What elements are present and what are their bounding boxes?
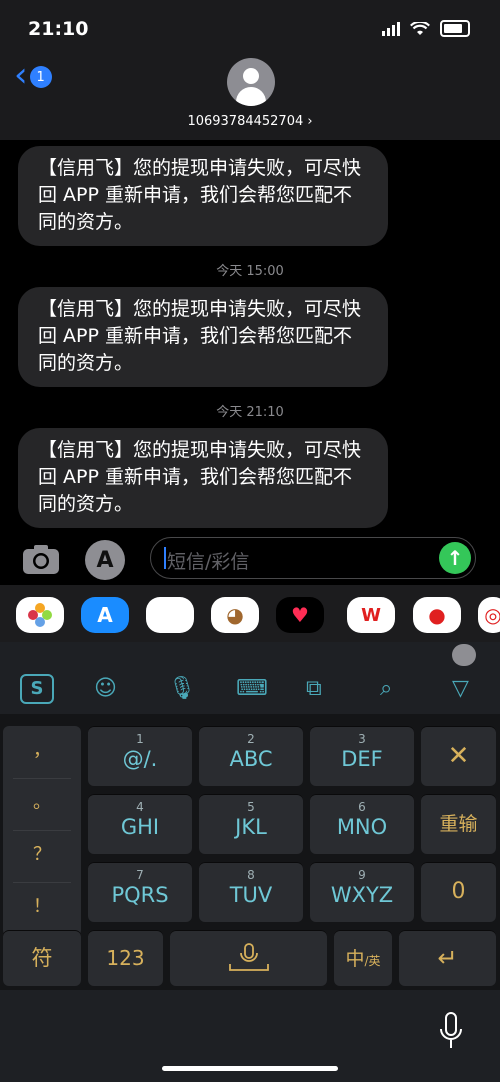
microphone-icon <box>440 1012 462 1048</box>
partial-app-icon: ◎ <box>484 603 500 627</box>
collapse-keyboard-icon[interactable]: ▽ <box>452 676 469 701</box>
punct-key-question[interactable]: ？ <box>3 840 81 866</box>
message-bubble[interactable]: 【信用飞】您的提现申请失败，可尽快回 APP 重新申请，我们会帮您匹配不同的资方… <box>18 287 388 387</box>
message-input-placeholder: 短信/彩信 <box>167 551 250 573</box>
punct-key-period[interactable]: 。 <box>3 788 81 814</box>
key-number: 3 <box>358 732 366 746</box>
app-store-app-icon[interactable]: A <box>81 597 129 633</box>
message-timestamp: 今天 21:10 <box>216 405 284 420</box>
back-button[interactable]: ‹ 1 <box>14 58 52 92</box>
app-drawer: A ☺ ◕ ♥ W ● ◎ <box>0 585 500 643</box>
key-label: TUV <box>229 883 273 907</box>
key-number: 2 <box>247 732 255 746</box>
status-time: 21:10 <box>28 18 89 40</box>
keyboard-icon[interactable]: ⌨ <box>236 676 268 701</box>
key-label: @/. <box>122 747 158 771</box>
return-icon: ↵ <box>437 944 458 972</box>
animoji-app-icon[interactable]: ◕ <box>211 597 259 633</box>
key-6[interactable]: 6 MNO <box>310 794 414 854</box>
key-label: PQRS <box>111 883 169 907</box>
digital-touch-app-icon[interactable]: ♥ <box>276 597 324 633</box>
number-key[interactable]: 123 <box>88 930 163 986</box>
photos-icon <box>28 603 52 627</box>
key-5[interactable]: 5 JKL <box>199 794 303 854</box>
return-key[interactable]: ↵ <box>399 930 496 986</box>
key-label: DEF <box>341 747 383 771</box>
key-2[interactable]: 2 ABC <box>199 726 303 786</box>
keyboard-keys: ， 。 ？ ！ 1 @/. 2 ABC 3 DEF ✕ 4 GHI 5 JKL … <box>0 714 500 990</box>
microphone-icon[interactable]: 🎙︎ <box>168 676 196 701</box>
wps-icon: W <box>361 604 381 626</box>
message-bubble[interactable]: 【信用飞】您的提现申请失败，可尽快回 APP 重新申请，我们会帮您匹配不同的资方… <box>18 428 388 528</box>
unread-badge: 1 <box>29 66 52 88</box>
punct-key-comma[interactable]: ， <box>3 736 81 762</box>
monkey-icon: ◕ <box>226 603 244 627</box>
key-4[interactable]: 4 GHI <box>88 794 192 854</box>
contact-avatar[interactable] <box>227 58 275 106</box>
photos-app-icon[interactable] <box>16 597 64 633</box>
more-app-icon[interactable]: ◎ <box>478 597 500 633</box>
sogou-logo-icon[interactable]: S <box>20 674 54 704</box>
key-number: 9 <box>358 868 366 882</box>
key-label: JKL <box>235 815 267 839</box>
sticker-icon: ● <box>428 603 446 627</box>
wifi-icon <box>410 21 430 35</box>
punctuation-column: ， 。 ？ ！ <box>3 726 81 936</box>
language-main-label: 中 <box>345 948 365 970</box>
app-store-icon: A <box>96 547 114 573</box>
send-button[interactable]: ↑ <box>439 542 471 574</box>
emoji-icon[interactable]: ☺ <box>94 676 117 701</box>
key-number: 5 <box>247 800 255 814</box>
camera-icon <box>23 545 59 574</box>
key-label: MNO <box>336 815 388 839</box>
home-indicator[interactable] <box>162 1066 338 1071</box>
key-number: 1 <box>136 732 144 746</box>
key-number: 7 <box>136 868 144 882</box>
contact-name[interactable]: 10693784452704 › <box>0 114 500 129</box>
retype-button[interactable]: 重输 <box>421 794 496 854</box>
key-number: 6 <box>358 800 366 814</box>
key-7[interactable]: 7 PQRS <box>88 862 192 922</box>
key-number: 8 <box>247 868 255 882</box>
language-switch-key[interactable]: 中/英 <box>334 930 392 986</box>
arrow-up-icon: ↑ <box>446 546 464 570</box>
app-store-icon: A <box>97 603 113 627</box>
punct-key-exclamation[interactable]: ！ <box>3 892 81 918</box>
camera-button[interactable] <box>22 543 60 579</box>
message-bubble[interactable]: 【信用飞】您的提现申请失败，可尽快回 APP 重新申请，我们会帮您匹配不同的资方… <box>18 146 388 246</box>
keyboard-toolbar: S ☺ 🎙︎ ⌨ ⧉ ⌕ ▽ <box>0 672 500 708</box>
key-3[interactable]: 3 DEF <box>310 726 414 786</box>
space-key[interactable] <box>170 930 327 986</box>
key-label: GHI <box>120 815 160 839</box>
delete-button[interactable]: ✕ <box>421 726 496 786</box>
text-cursor <box>164 547 166 569</box>
key-number: 4 <box>136 800 144 814</box>
sticker-app-icon[interactable]: ● <box>413 597 461 633</box>
battery-icon <box>440 20 470 37</box>
wps-app-icon[interactable]: W <box>347 597 395 633</box>
search-icon[interactable]: ⌕ <box>380 676 392 701</box>
dictation-button[interactable] <box>438 1012 464 1054</box>
memoji-app-icon[interactable]: ☺ <box>146 597 194 633</box>
app-store-button[interactable]: A <box>85 540 125 580</box>
message-input[interactable]: 短信/彩信 ↑ <box>150 537 476 579</box>
chevron-left-icon: ‹ <box>14 55 28 95</box>
key-1[interactable]: 1 @/. <box>88 726 192 786</box>
memoji-icon: ☺ <box>159 603 181 627</box>
keyboard-skin-avatar[interactable] <box>452 644 476 666</box>
keyboard: S ☺ 🎙︎ ⌨ ⧉ ⌕ ▽ ， 。 ？ ！ 1 @/. 2 ABC 3 DEF <box>0 642 500 990</box>
heart-icon: ♥ <box>291 603 309 627</box>
cellular-signal-icon <box>382 21 400 36</box>
clipboard-icon[interactable]: ⧉ <box>306 676 322 701</box>
symbol-key[interactable]: 符 <box>3 930 81 986</box>
key-8[interactable]: 8 TUV <box>199 862 303 922</box>
key-9[interactable]: 9 WXYZ <box>310 862 414 922</box>
message-timestamp: 今天 15:00 <box>216 264 284 279</box>
key-label: WXYZ <box>330 883 394 907</box>
key-0[interactable]: 0 <box>421 862 496 922</box>
microphone-icon <box>228 943 269 971</box>
key-label: ABC <box>229 747 273 771</box>
status-icons <box>382 20 470 37</box>
language-sub-label: /英 <box>364 954 381 968</box>
